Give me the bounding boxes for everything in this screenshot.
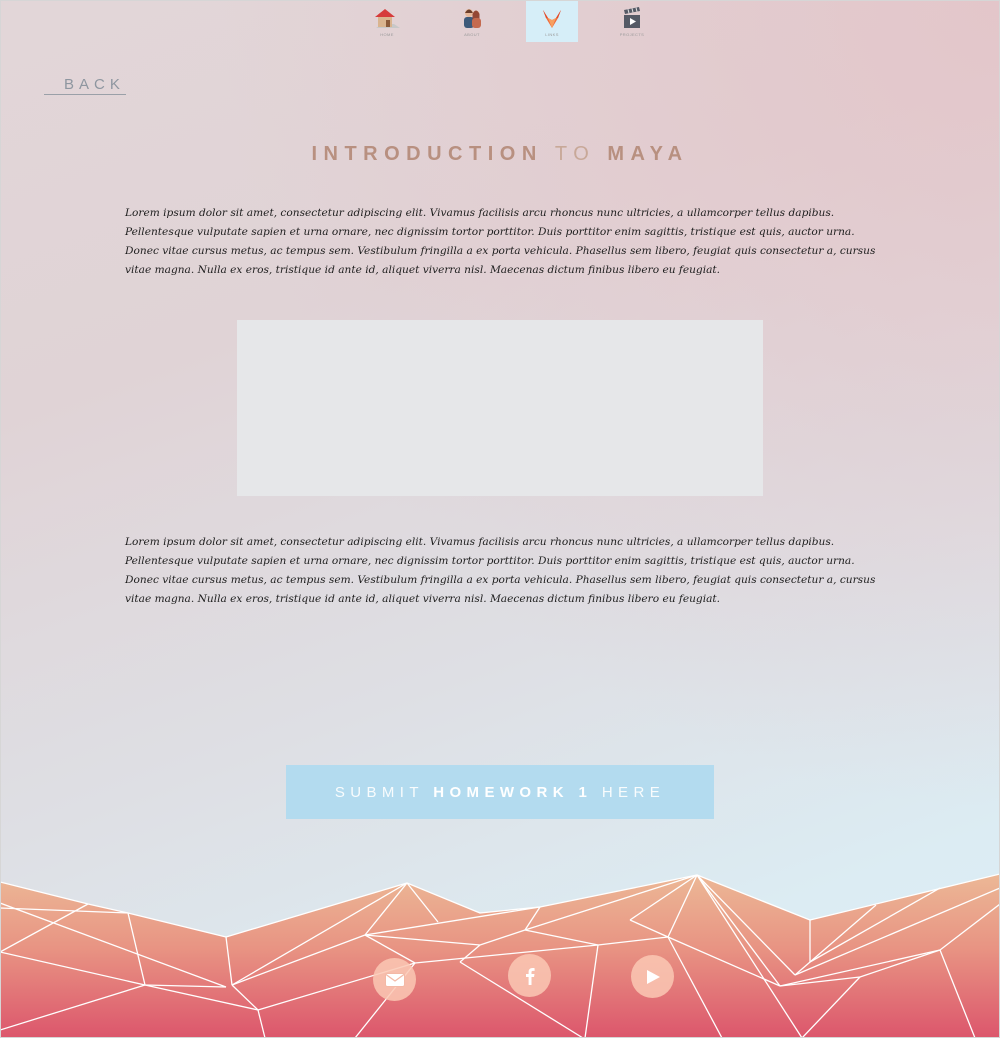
facebook-button[interactable] [508, 954, 551, 997]
youtube-icon [646, 969, 660, 984]
nav-item-projects[interactable]: PROJECTS [606, 0, 658, 42]
title-part-introduction: INTRODUCTION [311, 143, 543, 165]
nav-item-about[interactable]: ABOUT [446, 0, 498, 42]
fox-icon [543, 10, 561, 28]
youtube-button[interactable] [631, 955, 674, 998]
back-link[interactable]: BACK [44, 75, 126, 95]
body-paragraph: Lorem ipsum dolor sit amet, consectetur … [125, 536, 876, 605]
mountain-footer [0, 873, 1000, 1038]
submit-word: SUBMIT [334, 783, 424, 801]
nav-item-links[interactable]: LINKS [526, 0, 578, 42]
nav-label-about: ABOUT [464, 32, 480, 37]
title-part-maya: MAYA [607, 143, 689, 165]
top-nav: HOME ABOUT LINKS PROJECTS [0, 0, 1000, 42]
media-placeholder [237, 320, 763, 496]
submit-homework-button[interactable]: SUBMIT HOMEWORK 1 HERE [286, 765, 714, 819]
nav-label-projects: PROJECTS [619, 32, 645, 37]
submit-button-label: SUBMIT HOMEWORK 1 HERE [335, 784, 665, 801]
clapperboard-icon [624, 7, 640, 28]
title-part-to: TO [554, 143, 596, 165]
couple-icon [464, 9, 481, 28]
page-title: INTRODUCTION TO MAYA [0, 143, 1000, 166]
intro-paragraph: Lorem ipsum dolor sit amet, consectetur … [125, 207, 876, 276]
nav-label-links: LINKS [545, 32, 559, 37]
nav-item-home[interactable]: HOME [361, 0, 413, 42]
facebook-icon [525, 967, 535, 985]
homework-word: HOMEWORK 1 [433, 783, 593, 801]
mail-button[interactable] [373, 958, 416, 1001]
house-icon [375, 9, 400, 28]
nav-label-home: HOME [380, 32, 394, 37]
here-word: HERE [601, 783, 666, 801]
mail-icon [384, 972, 405, 987]
back-label: BACK [64, 76, 125, 93]
